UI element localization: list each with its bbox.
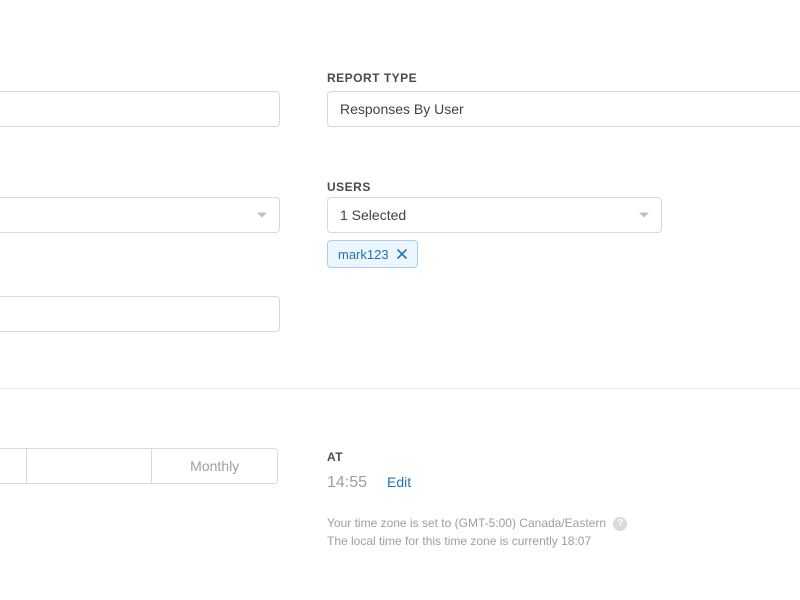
close-icon xyxy=(397,249,407,259)
report-type-select[interactable]: Responses By User xyxy=(327,91,800,127)
users-select[interactable]: 1 Selected xyxy=(327,197,662,233)
chevron-down-icon xyxy=(639,213,649,218)
frequency-segmented[interactable]: Monthly xyxy=(0,448,278,484)
chevron-down-icon xyxy=(257,213,267,218)
report-type-label: REPORT TYPE xyxy=(327,71,417,85)
users-chips: mark123 xyxy=(327,240,418,268)
tz-line2-prefix: The local time for this time zone is cur… xyxy=(327,534,561,548)
report-type-value: Responses By User xyxy=(340,101,464,117)
remove-chip-button[interactable] xyxy=(395,247,409,261)
local-time-value: 18:07 xyxy=(561,534,591,548)
frequency-option-2[interactable] xyxy=(27,449,153,483)
section-divider xyxy=(0,388,800,389)
tz-line1-prefix: Your time zone is set to xyxy=(327,516,455,530)
left-input-2[interactable] xyxy=(0,296,280,332)
at-label: AT xyxy=(327,450,343,464)
user-chip-label: mark123 xyxy=(338,247,389,262)
at-row: 14:55 Edit xyxy=(327,474,411,492)
left-input-1[interactable] xyxy=(0,91,280,127)
user-chip: mark123 xyxy=(327,240,418,268)
frequency-option-1[interactable] xyxy=(0,449,27,483)
at-time-value: 14:55 xyxy=(327,474,367,492)
left-select-1[interactable] xyxy=(0,197,280,233)
users-label: USERS xyxy=(327,180,371,194)
users-select-summary: 1 Selected xyxy=(340,207,406,223)
tz-value: (GMT-5:00) Canada/Eastern xyxy=(455,516,606,530)
timezone-info: Your time zone is set to (GMT-5:00) Cana… xyxy=(327,514,747,550)
frequency-option-monthly[interactable]: Monthly xyxy=(152,449,277,483)
edit-time-link[interactable]: Edit xyxy=(387,474,411,490)
help-icon[interactable]: ? xyxy=(613,517,627,531)
